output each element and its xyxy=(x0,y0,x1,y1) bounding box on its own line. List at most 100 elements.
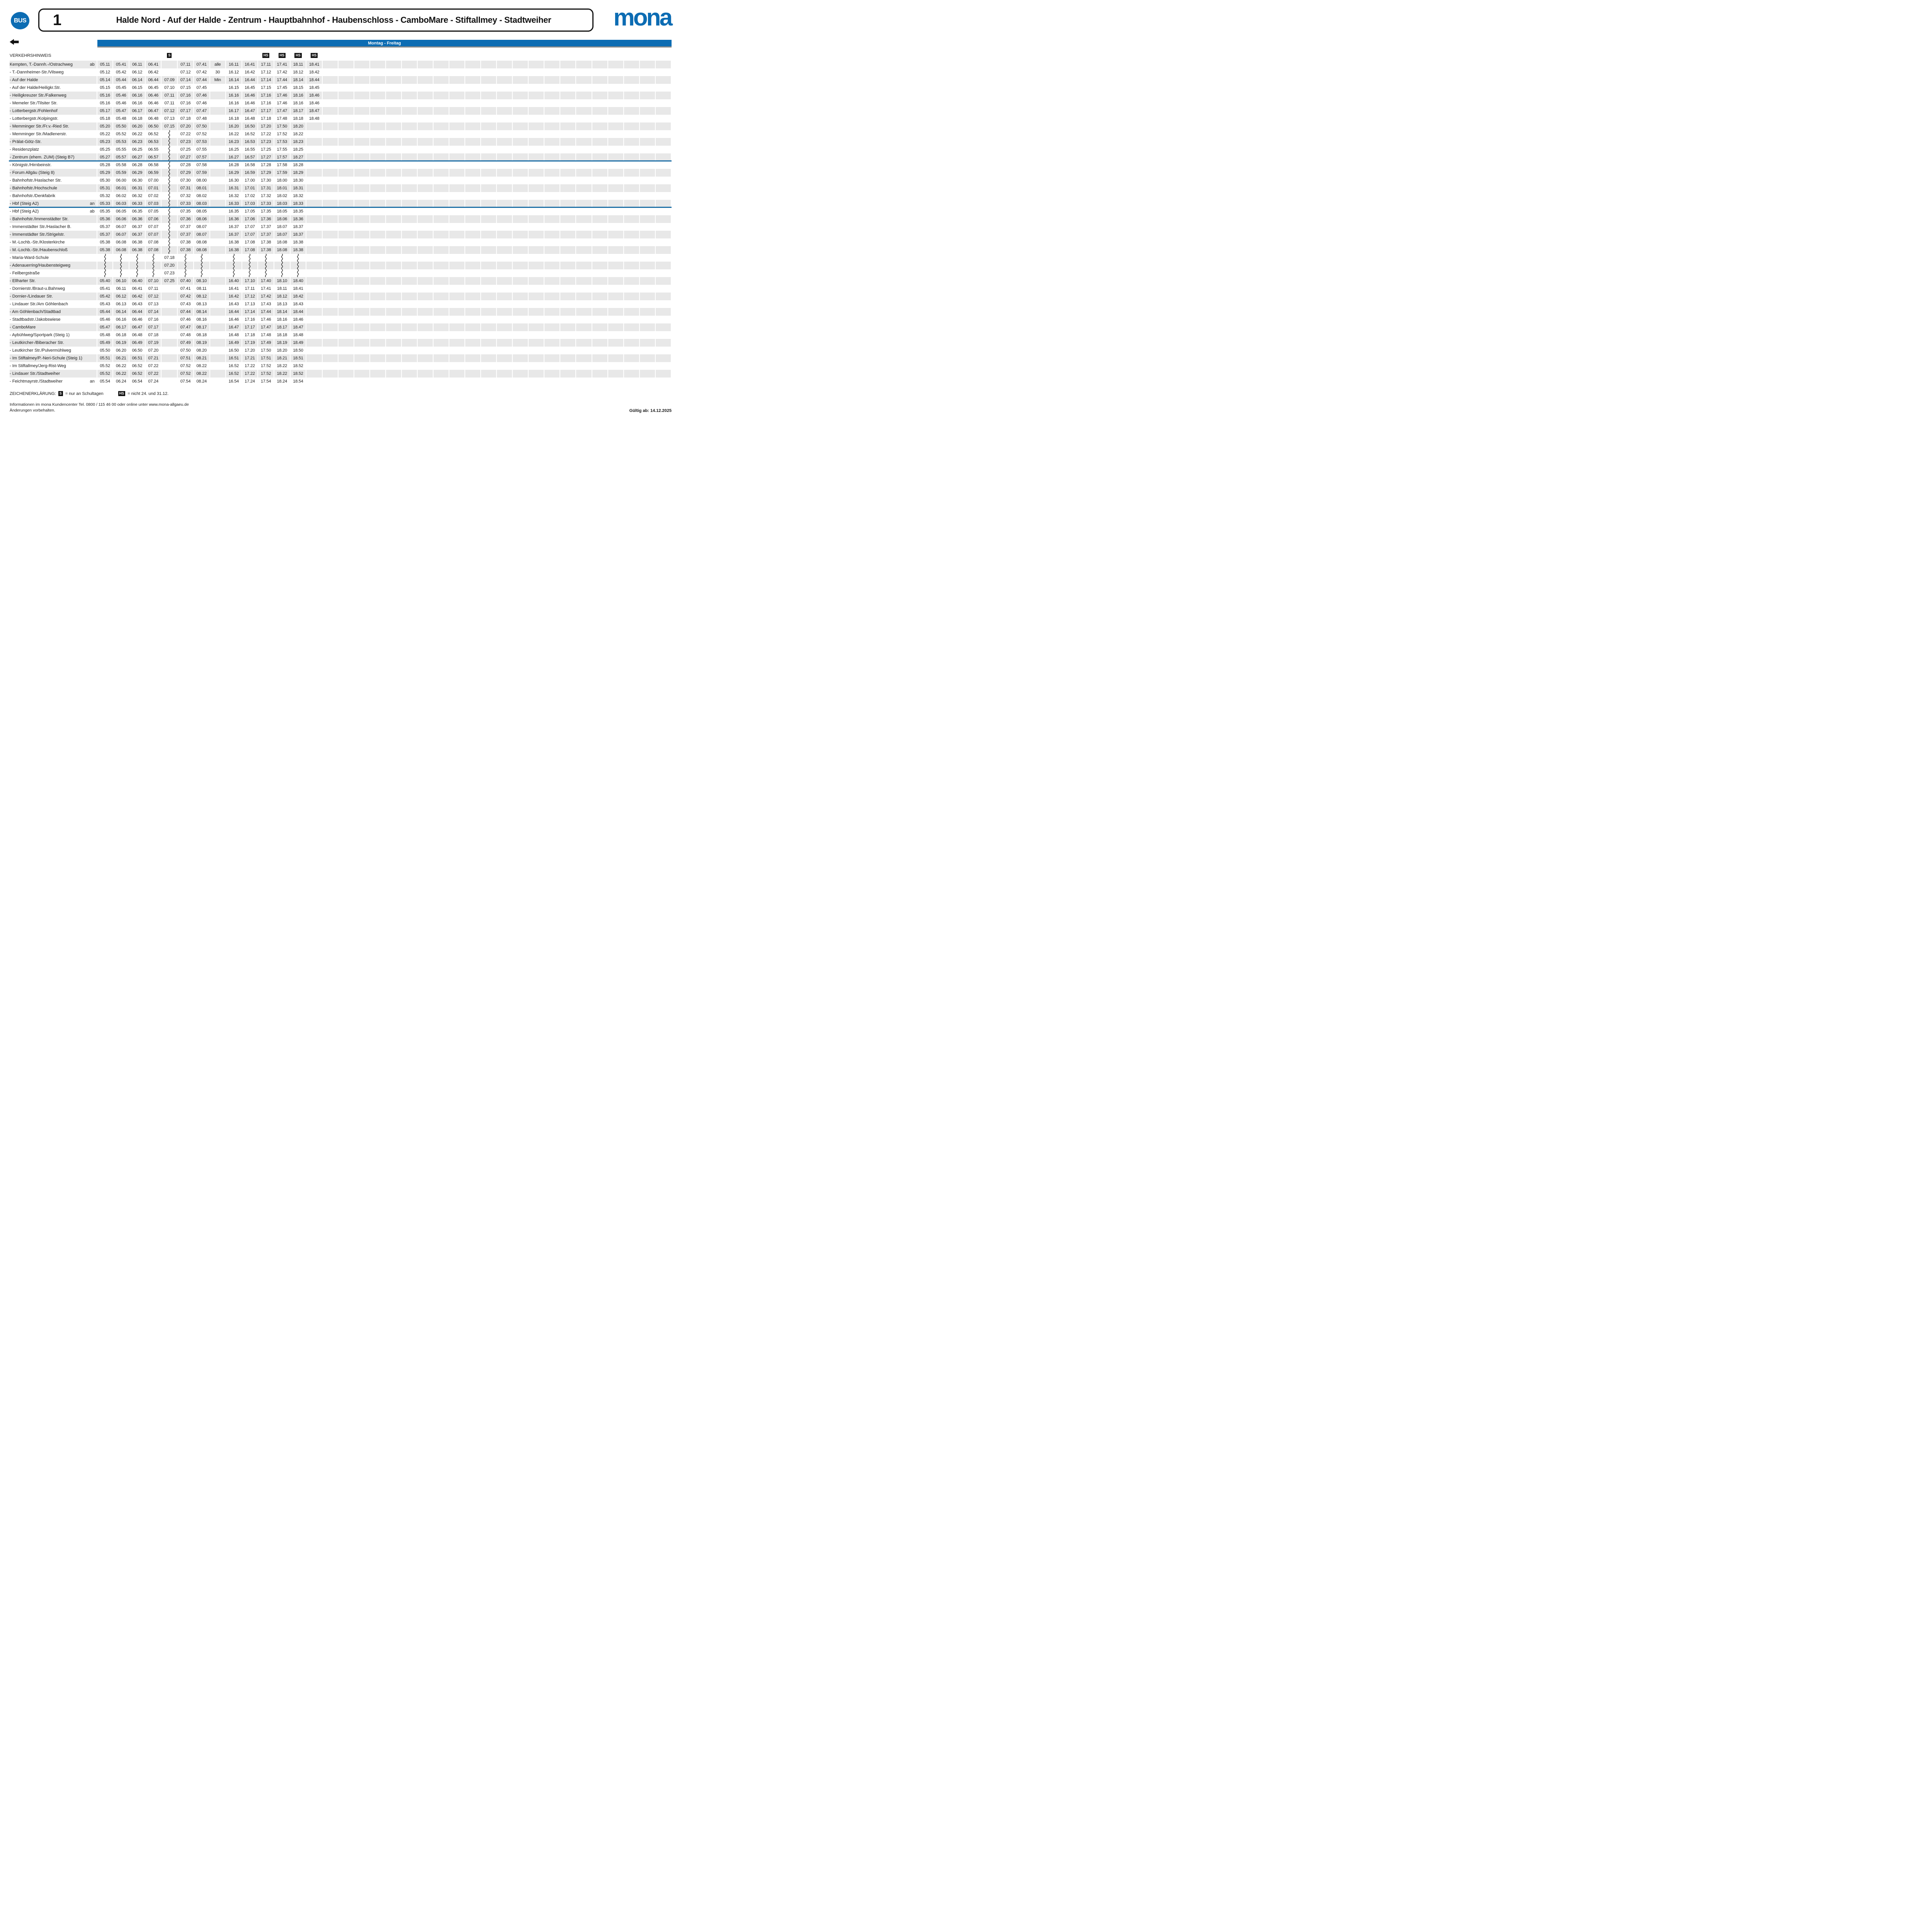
empty-cell xyxy=(624,354,639,362)
empty-cell xyxy=(497,354,512,362)
empty-cell xyxy=(560,293,575,300)
empty-cell xyxy=(624,339,639,347)
time-cell: alle xyxy=(210,61,225,68)
empty-cell xyxy=(544,169,560,177)
time-cell: 07.22 xyxy=(146,362,161,370)
empty-cell xyxy=(386,370,401,378)
no-stop-squiggle xyxy=(242,262,258,269)
empty-cell xyxy=(354,76,369,84)
empty-cell xyxy=(434,130,449,138)
time-cell: 16.25 xyxy=(226,146,242,153)
empty-cell xyxy=(513,262,528,269)
empty-cell xyxy=(656,68,671,76)
time-cell: 08.07 xyxy=(194,231,209,238)
time-cell: 16.50 xyxy=(242,122,258,130)
empty-cell xyxy=(338,92,354,99)
empty-cell xyxy=(544,246,560,254)
empty-cell xyxy=(608,84,623,92)
timetable-page: BUS 1 Halde Nord - Auf der Halde - Zentr… xyxy=(0,0,682,482)
time-cell: 08.05 xyxy=(194,208,209,215)
time-cell: 17.20 xyxy=(258,122,274,130)
time-cell: 06.47 xyxy=(146,107,161,115)
empty-cell xyxy=(513,323,528,331)
empty-cell xyxy=(640,153,655,161)
time-cell: 18.16 xyxy=(274,316,290,323)
empty-cell xyxy=(465,208,480,215)
empty-cell xyxy=(338,354,354,362)
empty-cell xyxy=(354,231,369,238)
time-cell: 07.44 xyxy=(194,76,209,84)
time-cell: 05.41 xyxy=(97,285,113,293)
stop-name: - Auf der Halde/Heiligkr.Str. xyxy=(10,85,85,90)
time-cell: 05.33 xyxy=(97,200,113,208)
time-cell xyxy=(306,184,322,192)
time-cell xyxy=(210,184,225,192)
empty-cell xyxy=(338,223,354,231)
time-cell: 17.40 xyxy=(258,277,274,285)
empty-cell xyxy=(624,107,639,115)
time-cell: 07.00 xyxy=(146,177,161,184)
empty-cell xyxy=(354,208,369,215)
empty-cell xyxy=(449,254,464,262)
empty-cell xyxy=(560,316,575,323)
time-cell: 07.15 xyxy=(178,84,193,92)
table-row: - Im Stiftallmey/Jerg-Rist-Weg05.5206.22… xyxy=(10,362,671,370)
time-cell: 17.14 xyxy=(258,76,274,84)
stop-cell: - Leutkircher Str./Pulvermühlweg xyxy=(10,347,97,354)
empty-cell xyxy=(560,246,575,254)
stop-cell: - CamboMare xyxy=(10,323,97,331)
no-stop-squiggle xyxy=(194,262,209,269)
empty-cell xyxy=(481,215,496,223)
time-cell: 08.14 xyxy=(194,308,209,316)
time-cell: 06.44 xyxy=(146,76,161,84)
table-row: - Ellharter Str.05.4006.1006.4007.1007.2… xyxy=(10,277,671,285)
empty-cell xyxy=(513,231,528,238)
empty-cell xyxy=(497,331,512,339)
empty-cell xyxy=(592,208,607,215)
empty-cell xyxy=(592,254,607,262)
time-cell: 17.48 xyxy=(258,331,274,339)
footer-line1: Informationen im mona Kundencenter Tel. … xyxy=(10,402,189,408)
empty-cell xyxy=(608,192,623,200)
empty-cell xyxy=(576,370,591,378)
empty-cell xyxy=(481,169,496,177)
table-row: - Memminger Str./Fr.v.-Ried Str.05.2005.… xyxy=(10,122,671,130)
table-row: - Leutkircher-/Biberacher Str.05.4906.19… xyxy=(10,339,671,347)
empty-cell xyxy=(338,215,354,223)
empty-cell xyxy=(513,76,528,84)
empty-cell xyxy=(434,115,449,122)
empty-cell xyxy=(418,107,433,115)
time-cell: 06.32 xyxy=(129,192,145,200)
legend-title: ZEICHENERKLÄRUNG: xyxy=(10,391,56,396)
stop-name: - Dornier-/Lindauer Str. xyxy=(10,294,85,299)
empty-cell xyxy=(323,130,338,138)
empty-cell xyxy=(481,208,496,215)
time-cell: 16.27 xyxy=(226,153,242,161)
empty-cell xyxy=(370,285,385,293)
time-cell: 17.33 xyxy=(258,200,274,208)
empty-cell xyxy=(354,347,369,354)
time-cell xyxy=(162,293,177,300)
hint-cell xyxy=(481,50,496,61)
table-row: - M.-Lochb.-Str./Klosterkirche05.3806.08… xyxy=(10,238,671,246)
empty-cell xyxy=(465,215,480,223)
table-row: - Adenauerring/Haubensteigweg07.20 xyxy=(10,262,671,269)
time-cell xyxy=(306,370,322,378)
stop-cell: - Memeler Str./Tilsiter Str. xyxy=(10,99,97,107)
empty-cell xyxy=(608,370,623,378)
empty-cell xyxy=(386,161,401,169)
time-cell: 16.38 xyxy=(226,238,242,246)
empty-cell xyxy=(434,208,449,215)
empty-cell xyxy=(481,362,496,370)
holiday-exception-badge: HS xyxy=(311,53,318,58)
empty-cell xyxy=(338,362,354,370)
empty-cell xyxy=(418,84,433,92)
empty-cell xyxy=(576,146,591,153)
empty-cell xyxy=(624,285,639,293)
empty-cell xyxy=(370,246,385,254)
empty-cell xyxy=(465,200,480,208)
empty-cell xyxy=(560,231,575,238)
empty-cell xyxy=(481,347,496,354)
empty-cell xyxy=(354,153,369,161)
empty-cell xyxy=(402,138,417,146)
